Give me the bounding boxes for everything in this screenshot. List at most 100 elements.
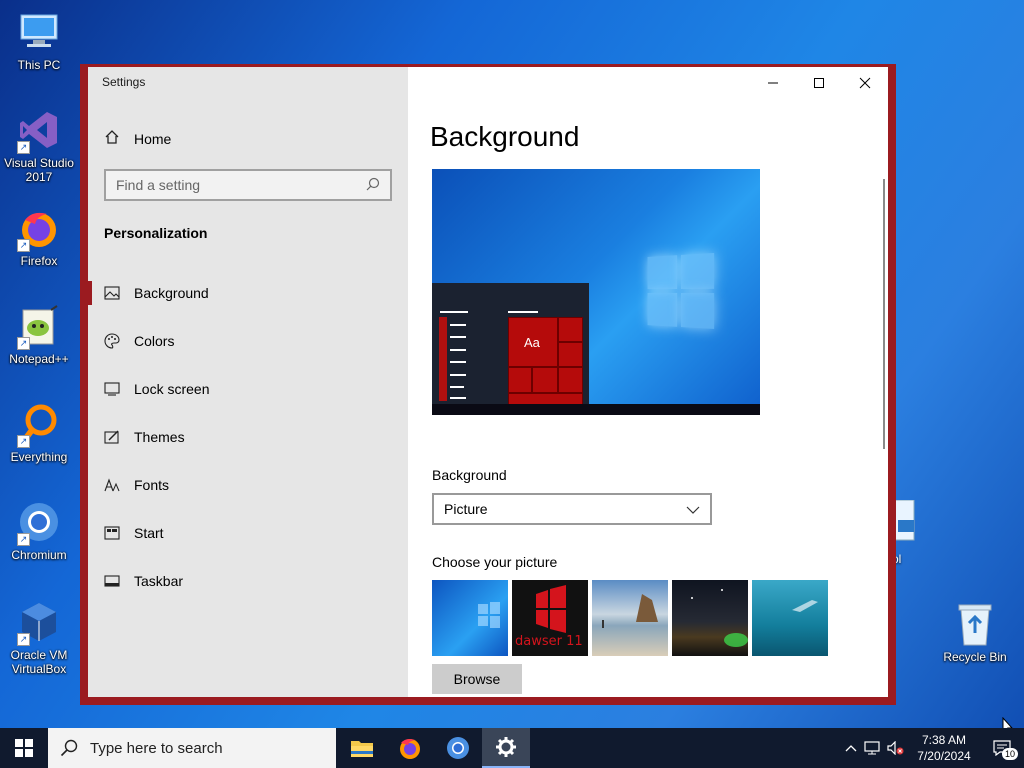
close-icon	[859, 77, 871, 89]
taskbar-search-box[interactable]: Type here to search	[48, 728, 336, 768]
network-button[interactable]	[862, 741, 884, 755]
taskbar-file-explorer[interactable]	[338, 728, 386, 768]
page-title: Background	[430, 121, 580, 152]
gear-icon	[496, 737, 516, 757]
windows-logo-preview	[647, 252, 717, 331]
windows-logo-icon	[15, 739, 33, 757]
minimize-button[interactable]	[750, 67, 796, 99]
desktop-icon-everything[interactable]: ↗ Everything	[2, 400, 76, 464]
nav-item-themes[interactable]: Themes	[88, 413, 408, 461]
content-scrollbar[interactable]	[883, 179, 885, 449]
firefox-icon: ↗	[15, 204, 63, 252]
desktop-icon-this-pc[interactable]: This PC	[2, 8, 76, 72]
nav-item-fonts[interactable]: Fonts	[88, 461, 408, 509]
nav-item-start[interactable]: Start	[88, 509, 408, 557]
section-title: Personalization	[104, 225, 208, 241]
minimize-icon	[768, 82, 778, 84]
desktop-icon-firefox[interactable]: ↗ Firefox	[2, 204, 76, 268]
desktop-icon-chromium[interactable]: ↗ Chromium	[2, 498, 76, 562]
nav-label-themes: Themes	[134, 429, 185, 445]
search-icon	[60, 739, 78, 757]
thumb-caption: dawser 11	[515, 634, 583, 649]
window-caption-buttons	[750, 67, 888, 99]
chevron-up-icon	[845, 745, 857, 752]
nav-item-background[interactable]: Background	[88, 269, 408, 317]
picture-thumb-beach[interactable]	[592, 580, 668, 656]
settings-sidebar: Settings Home Find a setting Personaliza…	[88, 67, 408, 697]
maximize-icon	[814, 78, 824, 88]
home-icon	[104, 129, 120, 148]
clock-button[interactable]: 7:38 AM 7/20/2024	[908, 732, 980, 764]
image-icon	[104, 285, 120, 301]
nav-label-start: Start	[134, 525, 164, 541]
nav-item-colors[interactable]: Colors	[88, 317, 408, 365]
desktop-icon-partial[interactable]: ol	[892, 499, 922, 566]
taskbar: Type here to search 7:38 AM 7/20/2024 10	[0, 728, 1024, 768]
desktop-icon-visual-studio[interactable]: ↗ Visual Studio 2017	[2, 106, 76, 184]
start-button[interactable]	[0, 728, 48, 768]
volume-button[interactable]	[884, 741, 908, 755]
picture-thumb-dawser[interactable]: dawser 11	[512, 580, 588, 656]
find-setting-placeholder: Find a setting	[116, 177, 201, 193]
picture-thumb-underwater[interactable]	[752, 580, 828, 656]
background-type-value: Picture	[444, 501, 488, 517]
themes-icon	[104, 429, 120, 445]
volume-muted-icon	[887, 741, 904, 755]
notepadpp-icon: ↗	[15, 302, 63, 350]
folder-icon	[351, 741, 373, 757]
settings-content: Background Aa Background Picture Choose …	[408, 67, 888, 697]
palette-icon	[104, 333, 120, 349]
find-setting-input[interactable]: Find a setting	[104, 169, 392, 201]
picture-thumb-night-sky[interactable]	[672, 580, 748, 656]
background-preview: Aa	[432, 169, 760, 415]
fonts-icon	[104, 477, 120, 493]
chromium-icon	[447, 737, 469, 759]
clock-date: 7/20/2024	[917, 749, 971, 763]
picture-thumb-windows[interactable]	[432, 580, 508, 656]
window-title: Settings	[102, 75, 146, 89]
taskbar-settings[interactable]	[482, 728, 530, 768]
taskbar-chromium[interactable]	[434, 728, 482, 768]
clock-time: 7:38 AM	[921, 733, 967, 747]
personalization-nav: Background Colors Lock screen Themes Fon…	[88, 269, 408, 605]
close-button[interactable]	[842, 67, 888, 99]
notification-count-badge: 10	[1002, 748, 1019, 760]
preview-sample-text: Aa	[524, 335, 540, 350]
system-tray: 7:38 AM 7/20/2024 10	[840, 728, 1024, 768]
taskbar-search-placeholder: Type here to search	[90, 739, 223, 757]
desktop-icon-notepadpp[interactable]: ↗ Notepad++	[2, 302, 76, 366]
nav-label-colors: Colors	[134, 333, 175, 349]
desktop-icon-recycle-bin[interactable]: Recycle Bin	[938, 600, 1012, 664]
desktop-icon-virtualbox[interactable]: ↗ Oracle VM VirtualBox	[2, 598, 76, 676]
picture-thumbnails: dawser 11	[432, 580, 828, 656]
show-hidden-icons-button[interactable]	[840, 744, 862, 752]
chevron-down-icon	[686, 501, 700, 517]
choose-picture-label: Choose your picture	[432, 554, 558, 570]
home-link[interactable]: Home	[104, 129, 171, 148]
taskbar-firefox[interactable]	[386, 728, 434, 768]
maximize-button[interactable]	[796, 67, 842, 99]
nav-label-lock-screen: Lock screen	[134, 381, 210, 397]
nav-label-fonts: Fonts	[134, 477, 170, 493]
nav-label-background: Background	[134, 285, 209, 301]
start-icon	[104, 525, 120, 541]
background-type-label: Background	[432, 467, 507, 483]
home-label: Home	[134, 130, 172, 147]
virtualbox-icon: ↗	[15, 598, 63, 646]
network-icon	[864, 741, 880, 755]
settings-window: Settings Home Find a setting Personaliza…	[80, 64, 896, 705]
nav-label-taskbar: Taskbar	[134, 573, 184, 589]
computer-icon	[15, 8, 63, 56]
browse-button[interactable]: Browse	[432, 664, 522, 694]
lock-screen-icon	[104, 381, 120, 397]
taskbar-icon	[104, 573, 120, 589]
recycle-bin-icon	[951, 600, 999, 648]
chromium-icon: ↗	[15, 498, 63, 546]
background-type-select[interactable]: Picture	[432, 493, 712, 525]
firefox-icon	[400, 739, 420, 759]
everything-icon: ↗	[15, 400, 63, 448]
nav-item-taskbar[interactable]: Taskbar	[88, 557, 408, 605]
action-center-button[interactable]: 10	[980, 740, 1024, 760]
nav-item-lock-screen[interactable]: Lock screen	[88, 365, 408, 413]
search-icon	[366, 177, 380, 194]
